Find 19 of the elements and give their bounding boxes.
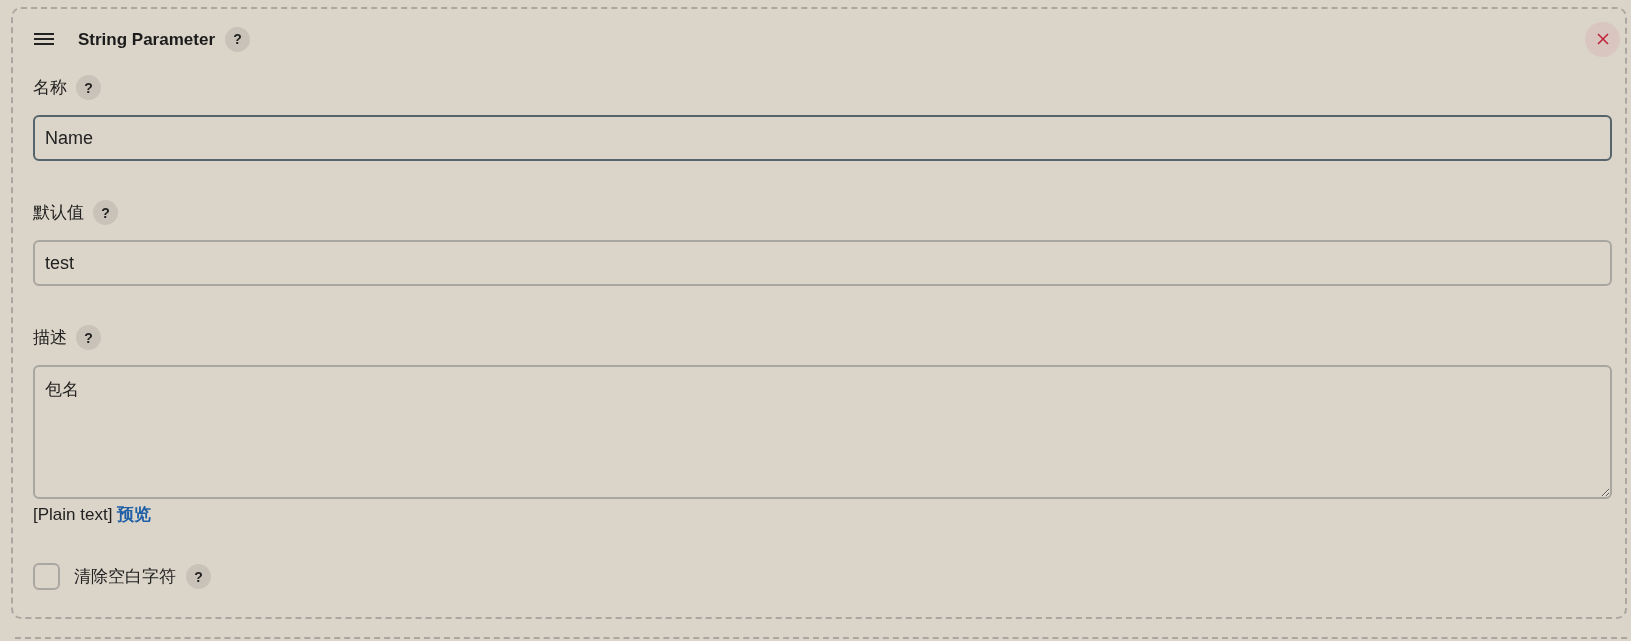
text-input[interactable]: Name [33,115,1612,161]
preview-link[interactable]: 预览 [117,505,152,523]
help-button[interactable]: ? [186,564,211,589]
format-note: [Plain text] [33,505,113,523]
field-label: 名称 [33,79,67,96]
close-button[interactable] [1585,21,1620,57]
checkbox-label: 清除空白字符 [74,568,176,585]
help-button[interactable]: ? [225,26,250,52]
menu-icon[interactable] [34,32,54,46]
checkbox[interactable] [33,563,60,590]
text-input[interactable]: test [33,240,1612,286]
field-label: 默认值 [33,204,84,221]
field-label: 描述 [33,329,67,346]
close-icon [1596,33,1609,45]
help-button[interactable]: ? [76,325,101,350]
section-title: String Parameter [78,30,215,48]
description-textarea[interactable]: 包名 [33,365,1612,499]
help-button[interactable]: ? [93,200,118,225]
help-button[interactable]: ? [76,75,101,100]
